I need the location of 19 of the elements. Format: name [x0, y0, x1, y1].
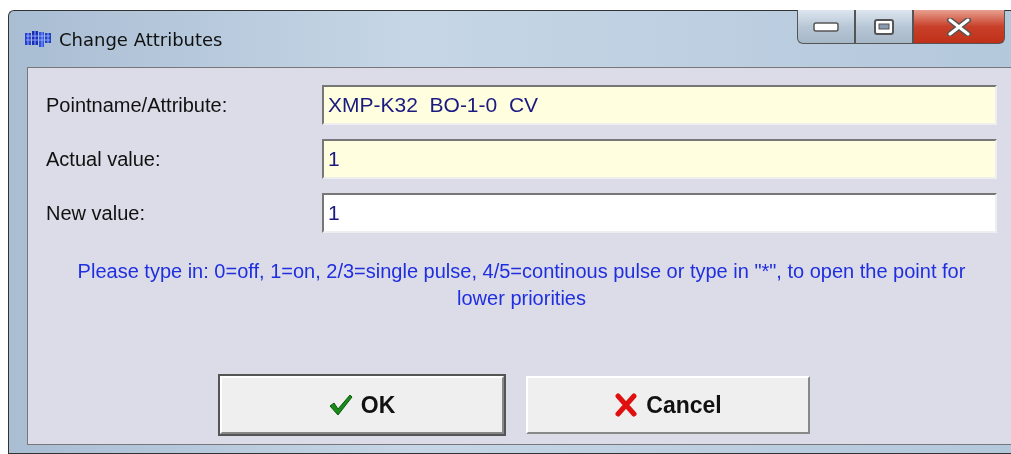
- cross-icon: [614, 393, 639, 417]
- input-field[interactable]: XMP-K32 BO-1-0 CV: [322, 85, 997, 125]
- ok-button[interactable]: OK: [220, 376, 504, 434]
- close-button[interactable]: [913, 10, 1005, 44]
- input-field[interactable]: 1: [322, 139, 997, 179]
- field-label: New value:: [46, 201, 146, 225]
- maximize-button[interactable]: [855, 10, 913, 44]
- field-label: Pointname/Attribute:: [46, 93, 229, 117]
- field-label: Actual value:: [46, 147, 162, 171]
- instruction-text: Please type in: 0=off, 1=on, 2/3=single pulse, 4/5=continous pulse or type in "*", to open the point for lower priorities: [76, 259, 967, 311]
- input-field[interactable]: 1: [322, 193, 997, 233]
- cancel-button[interactable]: Cancel: [526, 376, 810, 434]
- minimize-icon: [813, 21, 839, 32]
- app-icon: [25, 29, 51, 49]
- maximize-icon: [873, 17, 895, 36]
- checkmark-icon: [328, 394, 353, 416]
- minimize-button[interactable]: [797, 10, 855, 44]
- window-title: Change Attributes: [59, 28, 223, 50]
- close-icon: [946, 17, 972, 36]
